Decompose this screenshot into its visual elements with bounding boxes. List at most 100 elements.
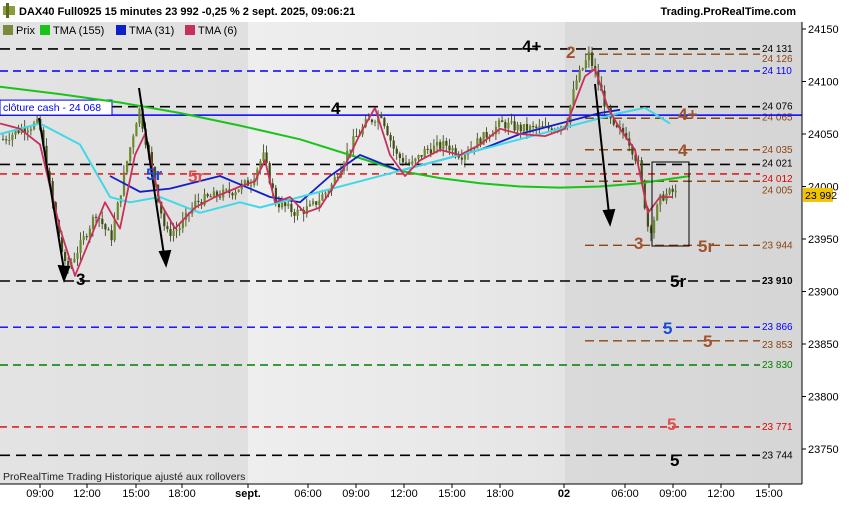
candle-body: [281, 202, 284, 208]
legend-swatch: [185, 25, 195, 35]
candle-body: [529, 126, 532, 131]
y-tick-label: 23850: [808, 339, 839, 351]
y-axis-panel: [802, 22, 850, 484]
last-price-text: 23 992: [805, 190, 837, 202]
legend-swatch: [116, 25, 126, 35]
x-tick-label: 09:00: [342, 488, 370, 500]
candle-body: [401, 158, 405, 163]
legend-label: Prix: [16, 25, 35, 37]
x-tick-label: 15:00: [755, 488, 783, 500]
candle-body: [414, 158, 417, 162]
candle-body: [76, 252, 79, 259]
candle-body: [138, 108, 141, 124]
candle-body: [17, 130, 20, 133]
candle-body: [501, 120, 504, 123]
candle-body: [436, 141, 439, 146]
candle-body: [510, 121, 513, 123]
candle-body: [355, 136, 358, 138]
candle-body: [287, 203, 290, 207]
candle-body: [507, 122, 510, 129]
wave-label: 5r: [188, 167, 204, 186]
candle-body: [535, 126, 538, 129]
cloture-cash-label: clôture cash - 24 068: [3, 102, 101, 114]
candle-body: [525, 124, 529, 131]
candle-body: [324, 192, 327, 195]
y-tick-label: 24150: [808, 24, 839, 36]
candle-body: [312, 201, 315, 205]
candle-body: [284, 202, 287, 207]
y-tick-label: 24100: [808, 77, 839, 89]
candle-body: [5, 139, 8, 141]
candle-body: [79, 240, 82, 253]
candle-body: [178, 228, 181, 230]
price-chart[interactable]: DAX40 Full0925 15 minutes 23 992 -0,25 %…: [0, 0, 850, 500]
candle-body: [581, 68, 584, 70]
candle-body: [11, 134, 14, 141]
candle-body: [374, 121, 377, 123]
candle-body: [26, 130, 29, 133]
candle-body: [85, 236, 88, 238]
candle-body: [392, 140, 395, 149]
candle-body: [671, 188, 674, 192]
candle-body: [110, 230, 113, 241]
x-tick-label: 18:00: [168, 488, 196, 500]
candle-body: [132, 136, 135, 148]
level-label: 23 771: [762, 422, 793, 433]
candle-body: [250, 185, 253, 187]
candle-body: [674, 191, 677, 193]
candle-body: [113, 219, 116, 241]
wave-label: 4+: [522, 37, 541, 56]
candle-body: [653, 219, 656, 234]
candle-body: [411, 161, 414, 165]
wave-label: 5r: [146, 165, 162, 184]
candle-body: [135, 123, 138, 137]
x-tick-label: 15:00: [438, 488, 466, 500]
candle-body: [101, 218, 104, 225]
level-label: 23 830: [762, 360, 793, 371]
level-label: 24 005: [762, 185, 793, 196]
candle-body: [166, 226, 169, 229]
y-tick-label: 24050: [808, 129, 839, 141]
level-label: 24 012: [762, 174, 793, 185]
candle-body: [519, 124, 522, 132]
wave-label: 4: [678, 141, 688, 160]
level-label: 23 866: [762, 322, 793, 333]
candle-body: [209, 196, 212, 198]
candle-body: [212, 191, 215, 197]
candle-body: [516, 124, 519, 131]
level-label: 23 853: [762, 340, 793, 351]
candle-body: [107, 229, 110, 231]
session-shade-2: [565, 22, 802, 484]
candle-body: [485, 132, 488, 138]
candle-body: [426, 148, 429, 150]
candle-body: [429, 149, 432, 154]
candle-body: [584, 60, 587, 69]
candle-body: [395, 148, 398, 154]
chart-stage: DAX40 Full0925 15 minutes 23 992 -0,25 %…: [0, 0, 850, 500]
candle-body: [36, 118, 39, 124]
candle-body: [116, 202, 119, 220]
wave-label: 5: [670, 451, 679, 470]
candle-body: [408, 162, 411, 165]
x-tick-label: 06:00: [294, 488, 322, 500]
level-label: 24 110: [762, 66, 792, 77]
candle-body: [659, 194, 662, 206]
candle-body: [175, 229, 178, 231]
candle-body: [370, 119, 374, 123]
level-label: 24 076: [762, 102, 793, 113]
candle-body: [64, 252, 67, 261]
level-label: 24 065: [762, 112, 793, 123]
y-tick-label: 23900: [808, 287, 839, 299]
candle-body: [587, 52, 591, 61]
wave-label: 4+: [678, 105, 697, 124]
candle-body: [460, 157, 463, 160]
candle-body: [463, 154, 467, 160]
candle-body: [2, 139, 5, 141]
wave-label: 3: [76, 270, 85, 289]
x-tick-label: 12:00: [707, 488, 735, 500]
legend-swatch: [40, 25, 50, 35]
candle-body: [262, 152, 265, 161]
candle-body: [169, 228, 172, 236]
level-label: 23 910: [762, 276, 793, 287]
candle-body: [448, 145, 451, 151]
